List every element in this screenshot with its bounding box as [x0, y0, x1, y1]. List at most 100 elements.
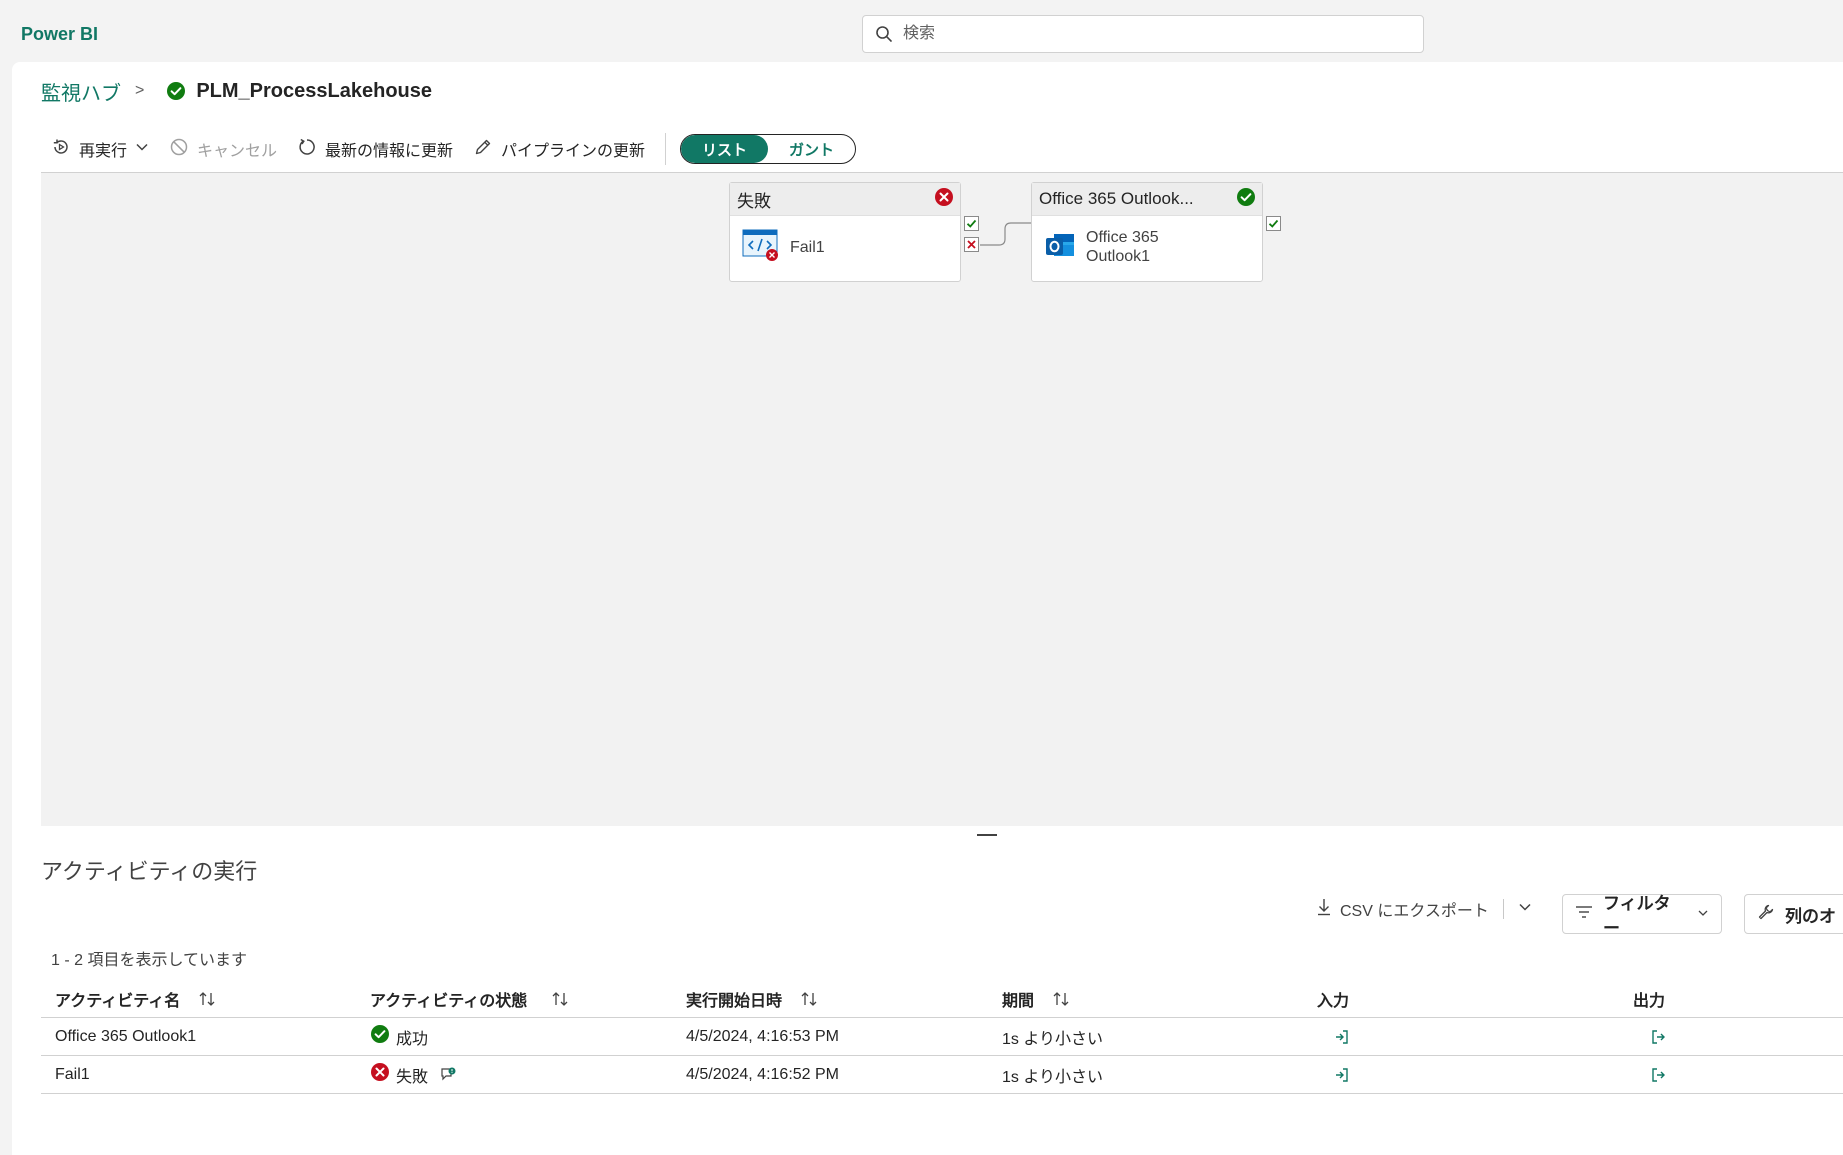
- activity-name-cell: Office 365 Outlook1: [55, 1027, 197, 1045]
- activity-status-cell: 失敗: [356, 1062, 672, 1087]
- input-icon[interactable]: [1333, 1028, 1351, 1046]
- output-cell: [1619, 1066, 1843, 1084]
- chevron-down-icon: [1697, 904, 1709, 924]
- input-cell: [1303, 1066, 1619, 1084]
- column-options-label: 列のオ: [1785, 906, 1836, 926]
- cancel-label: キャンセル: [197, 143, 278, 160]
- success-status-icon: [166, 81, 186, 101]
- refresh-icon: [297, 137, 317, 162]
- node-body: Fail1: [730, 216, 960, 279]
- column-header-label: アクティビティ名: [55, 992, 181, 1010]
- column-header-label: アクティビティの状態: [370, 992, 528, 1010]
- success-status-icon: [1236, 187, 1256, 212]
- duration-cell: 1s より小さい: [1002, 1030, 1104, 1048]
- node-title: Office 365 Outlook...: [1039, 189, 1194, 208]
- sort-icon[interactable]: [800, 991, 818, 1007]
- filter-icon: [1575, 904, 1593, 924]
- node-header: 失敗: [730, 183, 960, 216]
- run-start-cell: 4/5/2024, 4:16:53 PM: [686, 1027, 839, 1045]
- column-header-label: 出力: [1633, 992, 1666, 1010]
- node-title: 失敗: [737, 191, 771, 211]
- output-icon[interactable]: [1649, 1028, 1667, 1046]
- pencil-icon: [473, 137, 493, 162]
- column-header-output: 出力: [1619, 987, 1843, 1011]
- status-label: 失敗: [396, 1068, 429, 1086]
- rerun-icon: [51, 137, 71, 162]
- activity-status-cell: 成功: [356, 1024, 672, 1049]
- view-gantt-option[interactable]: ガント: [768, 135, 855, 163]
- sort-icon[interactable]: [551, 991, 569, 1007]
- filter-button[interactable]: フィルター: [1562, 894, 1722, 938]
- output-icon[interactable]: [1649, 1066, 1667, 1084]
- error-details-icon[interactable]: [440, 1067, 456, 1083]
- breadcrumb-separator: >: [135, 82, 145, 99]
- chevron-down-icon: [135, 140, 149, 159]
- cancel-button[interactable]: キャンセル: [159, 132, 287, 166]
- search-icon: [875, 25, 893, 48]
- activity-name-cell: Fail1: [55, 1065, 90, 1083]
- sort-icon[interactable]: [1052, 991, 1070, 1007]
- toolbar: 再実行 キャンセル 最新の情報に更新 パイプラインの更新 リスト ガント: [41, 132, 857, 166]
- node-header: Office 365 Outlook...: [1032, 183, 1262, 216]
- wrench-icon: [1757, 903, 1775, 926]
- column-header-label: 期間: [1002, 992, 1035, 1010]
- duration-cell: 1s より小さい: [1002, 1068, 1104, 1086]
- column-header-input: 入力: [1303, 987, 1619, 1011]
- failure-port-checkbox[interactable]: [964, 237, 979, 252]
- success-port-checkbox[interactable]: [1266, 216, 1281, 231]
- breadcrumb-monitor-hub[interactable]: 監視ハブ: [41, 77, 121, 106]
- rerun-button[interactable]: 再実行: [41, 132, 159, 166]
- app-name[interactable]: Power BI: [21, 24, 98, 45]
- node-label-line2: Outlook1: [1086, 248, 1151, 265]
- success-port-checkbox[interactable]: [964, 216, 979, 231]
- view-toggle[interactable]: リスト ガント: [680, 134, 857, 164]
- filter-label: フィルター: [1603, 894, 1671, 938]
- node-label: Office 365 Outlook1: [1086, 228, 1159, 266]
- activity-node-fail1[interactable]: 失敗 Fail1: [729, 182, 961, 282]
- column-header-label: 実行開始日時: [686, 992, 783, 1010]
- toolbar-divider: [665, 133, 667, 165]
- column-header-label: 入力: [1317, 992, 1350, 1010]
- export-csv-label: CSV にエクスポート: [1340, 903, 1489, 920]
- pipeline-canvas[interactable]: 失敗 Fail1 Office 365 Outlook... Office 36…: [41, 172, 1843, 826]
- breadcrumb: 監視ハブ > PLM_ProcessLakehouse: [41, 77, 432, 106]
- column-header-activity-status[interactable]: アクティビティの状態: [356, 987, 672, 1011]
- success-status-icon: [370, 1024, 390, 1049]
- pane-resize-handle[interactable]: [977, 834, 997, 836]
- activity-runs-table: アクティビティ名 アクティビティの状態 実行開始日時 期間 入力 出力 Offi…: [41, 980, 1843, 1094]
- input-icon[interactable]: [1333, 1066, 1351, 1084]
- output-cell: [1619, 1028, 1843, 1046]
- run-start-cell: 4/5/2024, 4:16:52 PM: [686, 1065, 839, 1083]
- activity-runs-title: アクティビティの実行: [41, 859, 258, 884]
- refresh-button[interactable]: 最新の情報に更新: [287, 132, 463, 166]
- export-csv-button[interactable]: CSV にエクスポート: [1316, 897, 1532, 921]
- update-pipeline-button[interactable]: パイプラインの更新: [463, 132, 655, 166]
- error-status-icon: [934, 187, 954, 212]
- export-divider: [1502, 899, 1504, 919]
- table-row[interactable]: Fail1 失敗 4/5/2024, 4:16:52 PM 1s より小さい: [41, 1056, 1843, 1094]
- outlook-icon: [1044, 229, 1076, 266]
- cancel-icon: [169, 137, 189, 162]
- view-list-option[interactable]: リスト: [681, 135, 769, 163]
- column-header-activity-name[interactable]: アクティビティ名: [41, 987, 356, 1011]
- download-icon: [1316, 898, 1332, 921]
- script-fail-icon: [742, 228, 780, 267]
- sort-icon[interactable]: [198, 991, 216, 1007]
- column-options-button[interactable]: 列のオ: [1744, 894, 1843, 934]
- error-status-icon: [370, 1062, 390, 1087]
- column-header-duration[interactable]: 期間: [988, 987, 1303, 1011]
- node-body: Office 365 Outlook1: [1032, 216, 1262, 278]
- update-pipeline-label: パイプラインの更新: [501, 143, 646, 160]
- top-bar: Power BI: [0, 0, 1843, 62]
- column-header-run-start[interactable]: 実行開始日時: [672, 987, 988, 1011]
- activity-node-outlook1[interactable]: Office 365 Outlook... Office 365 Outlook…: [1031, 182, 1263, 282]
- search-box[interactable]: [862, 15, 1424, 53]
- input-cell: [1303, 1028, 1619, 1046]
- chevron-down-icon[interactable]: [1518, 900, 1532, 919]
- rerun-label: 再実行: [79, 143, 128, 160]
- node-label-line1: Office 365: [1086, 229, 1159, 246]
- table-row[interactable]: Office 365 Outlook1 成功 4/5/2024, 4:16:53…: [41, 1018, 1843, 1056]
- node-label: Fail1: [790, 239, 825, 256]
- table-header-row: アクティビティ名 アクティビティの状態 実行開始日時 期間 入力 出力: [41, 980, 1843, 1018]
- search-input[interactable]: [901, 23, 1401, 45]
